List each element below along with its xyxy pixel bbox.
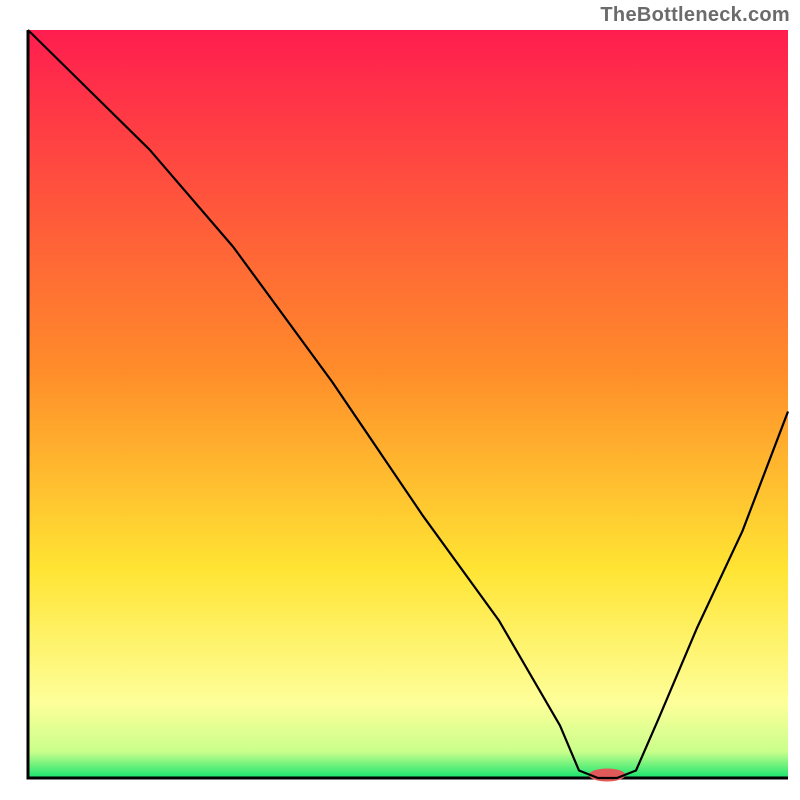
optimal-marker — [589, 769, 625, 782]
watermark-text: TheBottleneck.com — [600, 4, 790, 27]
chart-container: TheBottleneck.com — [0, 0, 800, 800]
bottleneck-chart — [0, 0, 800, 800]
